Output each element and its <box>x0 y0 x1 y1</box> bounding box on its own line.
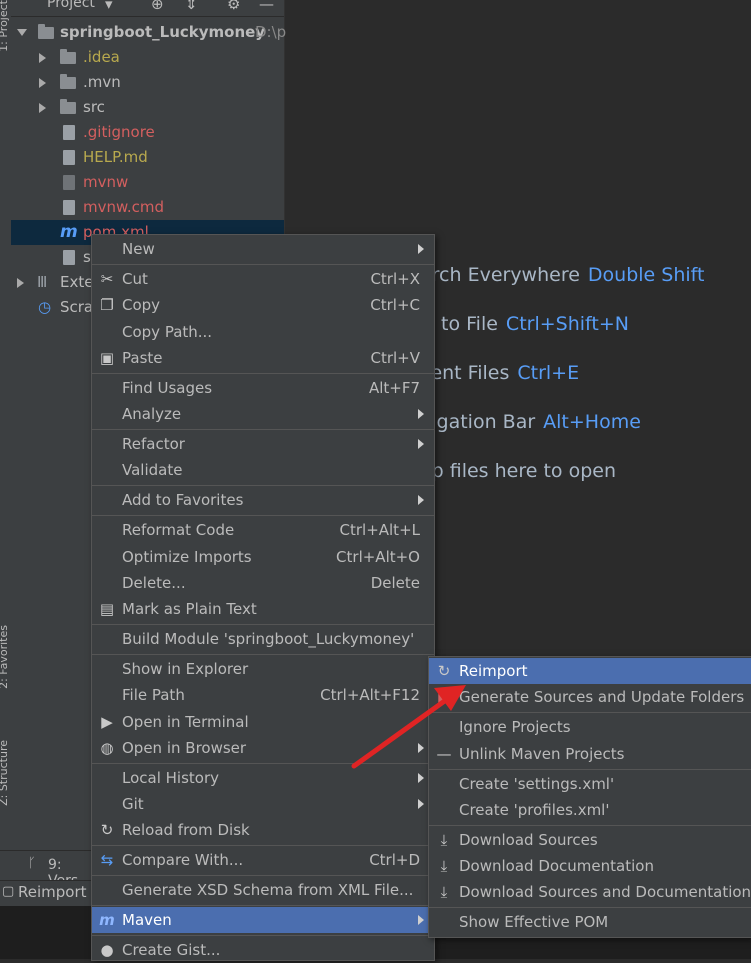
annotation-arrow-shaft <box>351 697 449 769</box>
annotation-arrow <box>351 685 466 769</box>
